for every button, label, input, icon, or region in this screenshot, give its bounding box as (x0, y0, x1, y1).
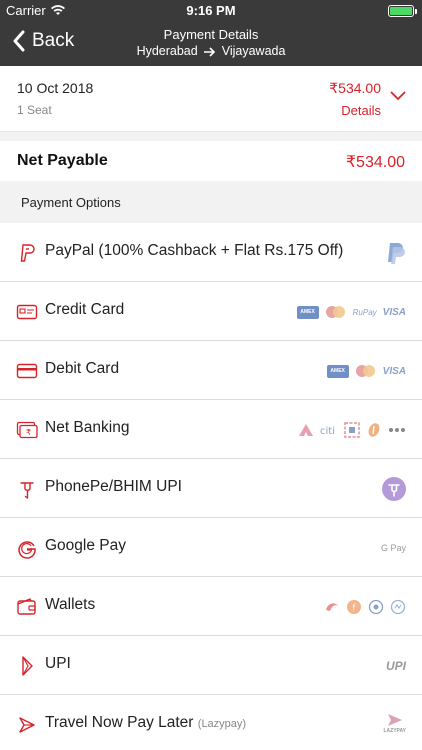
option-label: PhonePe/BHIM UPI (45, 478, 182, 495)
net-banking-icon: ₹ (16, 421, 38, 439)
payment-option-debit-card[interactable]: Debit Card AMEX VISA (0, 341, 422, 400)
paypal-logo-icon (388, 243, 405, 264)
payment-option-net-banking[interactable]: ₹ Net Banking citi (0, 400, 422, 459)
credit-card-icon (16, 304, 38, 320)
payment-option-phonepe[interactable]: PhonePe/BHIM UPI (0, 459, 422, 518)
freecharge-logo-icon: f (347, 600, 361, 614)
option-name: Travel Now Pay Later (45, 714, 194, 731)
nav-title-group: Payment Details Hyderabad Vijayawada (0, 26, 422, 60)
option-label: Debit Card (45, 360, 120, 377)
option-sub-label: (Lazypay) (197, 718, 247, 730)
seat-count: 1 Seat (17, 103, 52, 117)
debit-card-icon (16, 363, 38, 379)
mastercard-logo-icon (355, 364, 377, 378)
google-pay-logo: G Pay (381, 536, 406, 560)
option-label: PayPal (100% Cashback + Flat Rs.175 Off) (45, 242, 344, 259)
citi-logo-icon: citi (320, 426, 335, 437)
option-label: Credit Card (45, 301, 125, 318)
upi-icon (22, 656, 33, 676)
option-label: Wallets (45, 596, 96, 613)
axis-bank-logo-icon (299, 424, 313, 436)
paypal-icon (20, 244, 35, 262)
route-to: Vijayawada (221, 44, 286, 58)
status-time: 9:16 PM (186, 3, 236, 18)
chevron-down-icon[interactable] (390, 90, 406, 102)
upi-logo-text: UPI (385, 659, 406, 673)
google-pay-icon (18, 541, 36, 559)
option-label: Travel Now Pay Later (Lazypay) (45, 714, 246, 732)
amex-logo-icon: AMEX (326, 364, 349, 378)
home-indicator-area (0, 741, 422, 750)
hdfc-logo-icon (344, 422, 360, 438)
gpay-logo: G Pay (380, 543, 406, 553)
payment-option-wallets[interactable]: Wallets f (0, 577, 422, 636)
trip-price: ₹534.00 (329, 80, 381, 96)
lazypay-logo-text: LAZYPAY (383, 728, 406, 734)
svg-text:₹: ₹ (26, 428, 31, 437)
option-label: UPI (45, 655, 71, 672)
page-title: Payment Details (163, 27, 259, 42)
nav-bar: Back Payment Details Hyderabad Vijayawad… (0, 22, 422, 66)
card-logos: AMEX RuPay VISA (296, 300, 406, 324)
battery-icon (388, 5, 417, 17)
payment-option-upi[interactable]: UPI UPI (0, 636, 422, 695)
mobikwik-logo-icon (390, 599, 406, 615)
phonepe-icon (20, 482, 34, 499)
phonepe-logo (382, 477, 406, 501)
route-from: Hyderabad (136, 44, 198, 58)
lazypay-icon (19, 717, 35, 733)
lazypay-logo: LAZYPAY (383, 713, 406, 737)
svg-text:citi: citi (320, 426, 335, 437)
details-link[interactable]: Details (341, 103, 381, 118)
visa-logo: VISA (382, 365, 406, 377)
card-logos: AMEX VISA (326, 359, 406, 383)
net-payable-amount: ₹534.00 (345, 154, 405, 171)
upi-logo: UPI (386, 654, 406, 678)
wallet-icon (17, 598, 36, 615)
option-label: Net Banking (45, 419, 130, 436)
route: Hyderabad Vijayawada (0, 43, 422, 60)
paypal-logo (384, 241, 406, 265)
icici-logo-icon (368, 423, 380, 437)
wallet-logos: f (324, 595, 406, 619)
trip-date: 10 Oct 2018 (17, 80, 94, 96)
option-label: Google Pay (45, 537, 126, 554)
rupay-logo: RuPay (352, 307, 377, 317)
payment-options-title: Payment Options (21, 195, 121, 210)
airtel-logo-icon (326, 603, 338, 611)
payment-option-credit-card[interactable]: Credit Card AMEX RuPay VISA (0, 282, 422, 341)
arrow-right-icon (203, 46, 215, 57)
payment-option-paypal[interactable]: PayPal (100% Cashback + Flat Rs.175 Off) (0, 223, 422, 282)
visa-logo: VISA (382, 306, 406, 318)
amex-logo-icon: AMEX (296, 305, 319, 319)
bank-logos: citi (298, 418, 406, 442)
payment-option-google-pay[interactable]: Google Pay G Pay (0, 518, 422, 577)
payment-options-header: Payment Options (0, 181, 422, 223)
status-bar: Carrier 9:16 PM (0, 0, 422, 22)
section-divider (0, 132, 422, 141)
trip-summary: 10 Oct 2018 1 Seat ₹534.00 Details (0, 66, 422, 132)
net-payable-row: Net Payable ₹534.00 (0, 141, 422, 181)
phonepe-logo-icon (382, 477, 406, 501)
more-icon[interactable] (388, 427, 406, 433)
ola-money-logo-icon (368, 599, 384, 615)
net-payable-label: Net Payable (17, 152, 108, 169)
mastercard-logo-icon (325, 305, 347, 319)
lazypay-logo-icon (387, 714, 402, 726)
